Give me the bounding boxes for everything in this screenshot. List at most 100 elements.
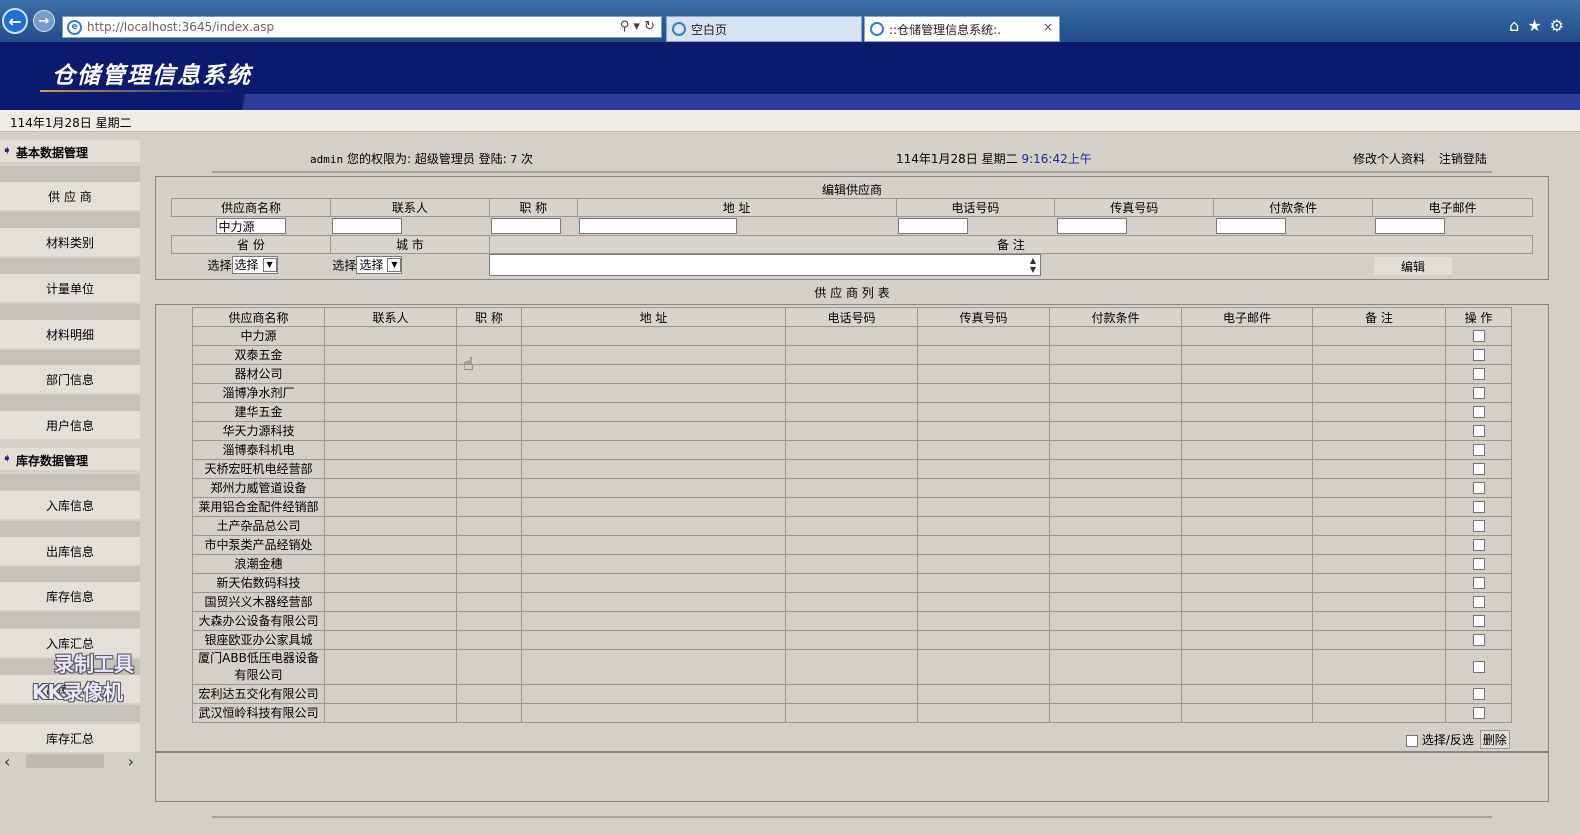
- payment-input[interactable]: [1215, 218, 1286, 234]
- empty-cell: [456, 535, 522, 555]
- row-checkbox[interactable]: [1472, 425, 1485, 437]
- row-checkbox[interactable]: [1472, 520, 1485, 532]
- address-input[interactable]: [579, 218, 738, 234]
- row-checkbox[interactable]: [1472, 707, 1485, 719]
- table-row[interactable]: 华天力源科技: [192, 421, 1512, 441]
- sidebar-group-basic[interactable]: ➧ 基本数据管理: [0, 140, 140, 162]
- row-checkbox[interactable]: [1472, 463, 1485, 475]
- row-checkbox[interactable]: [1472, 501, 1485, 513]
- tab-blank[interactable]: 空白页: [666, 16, 862, 42]
- title-input[interactable]: [491, 218, 562, 234]
- email-input[interactable]: [1374, 218, 1445, 234]
- table-row[interactable]: 武汉恒岭科技有限公司: [192, 703, 1512, 723]
- table-row[interactable]: 建华五金: [192, 402, 1512, 422]
- sidebar-item-department[interactable]: 部门信息: [0, 365, 140, 393]
- table-row[interactable]: 市中泵类产品经销处: [192, 535, 1512, 555]
- sidebar-item-supplier[interactable]: 供 应 商: [0, 182, 140, 210]
- table-row[interactable]: 浪潮金穗: [192, 554, 1512, 574]
- table-row[interactable]: 莱用铝合金配件经销部: [192, 497, 1512, 517]
- empty-cell: [521, 497, 786, 517]
- table-row[interactable]: 宏利达五交化有限公司: [192, 684, 1512, 704]
- phone-input[interactable]: [898, 218, 968, 234]
- row-checkbox[interactable]: [1472, 349, 1485, 361]
- table-row[interactable]: 器材公司: [192, 364, 1512, 384]
- sidebar-item-material-category[interactable]: 材料类别: [0, 228, 140, 256]
- scroll-right-icon[interactable]: ›: [128, 752, 134, 771]
- tab-title: 空白页: [691, 23, 728, 37]
- row-checkbox[interactable]: [1472, 661, 1485, 673]
- row-checkbox[interactable]: [1472, 444, 1485, 456]
- empty-cell: [521, 440, 786, 460]
- table-row[interactable]: 厦门ABB低压电器设备有限公司: [192, 649, 1512, 685]
- province-select[interactable]: 选择 ▼: [231, 255, 278, 274]
- scroll-thumb[interactable]: [26, 754, 104, 768]
- row-checkbox[interactable]: [1472, 558, 1485, 570]
- logout-link[interactable]: 注销登陆: [1439, 152, 1487, 166]
- table-row[interactable]: 大森办公设备有限公司: [192, 611, 1512, 631]
- col-phone-header: 电话号码: [895, 198, 1056, 217]
- search-refresh-icon[interactable]: ⚲ ▾ ↻: [620, 19, 655, 34]
- empty-cell: [1181, 478, 1313, 498]
- row-checkbox[interactable]: [1472, 368, 1485, 380]
- clock: 114年1月28日 星期二 9:16:42上午: [896, 152, 1092, 166]
- row-checkbox[interactable]: [1472, 634, 1485, 646]
- city-select[interactable]: 选择 ▼: [356, 255, 403, 274]
- table-row[interactable]: 天桥宏旺机电经营部: [192, 459, 1512, 479]
- empty-cell: [456, 592, 522, 612]
- delete-button[interactable]: 删除: [1479, 730, 1510, 749]
- empty-cell: [521, 630, 786, 650]
- sidebar-item-stock-in[interactable]: 入库信息: [0, 491, 140, 519]
- table-row[interactable]: 淄博泰科机电: [192, 440, 1512, 460]
- table-row[interactable]: 银座欧亚办公家具城: [192, 630, 1512, 650]
- back-arrow-icon[interactable]: ←: [2, 8, 28, 34]
- contact-input[interactable]: [332, 218, 403, 234]
- empty-cell: [917, 630, 1050, 650]
- row-checkbox[interactable]: [1472, 615, 1485, 627]
- address-bar[interactable]: e http://localhost:3645/index.asp ⚲ ▾ ↻: [62, 16, 662, 38]
- sidebar-item-unit[interactable]: 计量单位: [0, 274, 140, 302]
- close-tab-icon[interactable]: ×: [1043, 20, 1053, 34]
- empty-cell: [1312, 497, 1446, 517]
- sidebar-scrollbar[interactable]: ‹ ›: [4, 752, 134, 771]
- table-row[interactable]: 双泰五金: [192, 345, 1512, 365]
- row-checkbox[interactable]: [1472, 406, 1485, 418]
- note-textarea[interactable]: ▲ ▼: [489, 254, 1041, 276]
- table-row[interactable]: 土产杂品总公司: [192, 516, 1512, 536]
- list-header-6: 付款条件: [1049, 307, 1182, 327]
- fax-input[interactable]: [1056, 218, 1127, 234]
- edit-button[interactable]: 编辑: [1373, 256, 1453, 276]
- sidebar-item-user[interactable]: 用户信息: [0, 411, 140, 439]
- sidebar-group-inventory[interactable]: ➧ 库存数据管理: [0, 448, 140, 470]
- row-checkbox[interactable]: [1472, 482, 1485, 494]
- empty-cell: [917, 703, 1050, 723]
- supplier-name-input[interactable]: [215, 218, 286, 234]
- home-favorites-settings-icon[interactable]: ⌂★⚙: [1509, 16, 1572, 35]
- sidebar-item-stock-summary[interactable]: 库存汇总: [0, 724, 140, 752]
- spinner-icon[interactable]: ▲ ▼: [1027, 256, 1039, 274]
- edit-profile-link[interactable]: 修改个人资料: [1353, 152, 1425, 166]
- forward-arrow-icon[interactable]: →: [33, 10, 55, 32]
- address-url[interactable]: http://localhost:3645/index.asp: [87, 20, 274, 34]
- tab-warehouse-system[interactable]: ::仓储管理信息系统:. ×: [864, 16, 1060, 42]
- table-row[interactable]: 新天佑数码科技: [192, 573, 1512, 593]
- row-checkbox[interactable]: [1472, 577, 1485, 589]
- table-row[interactable]: 国贸兴义木器经营部: [192, 592, 1512, 612]
- row-checkbox[interactable]: [1472, 596, 1485, 608]
- empty-cell: [785, 440, 918, 460]
- empty-cell: [1312, 703, 1446, 723]
- row-checkbox[interactable]: [1472, 330, 1485, 342]
- sidebar-item-stock[interactable]: 库存信息: [0, 582, 140, 610]
- sidebar-item-stock-out[interactable]: 出库信息: [0, 537, 140, 565]
- row-checkbox[interactable]: [1472, 387, 1485, 399]
- select-all-checkbox[interactable]: [1406, 734, 1418, 747]
- empty-cell: [917, 684, 1050, 704]
- empty-cell: [917, 554, 1050, 574]
- select-toggle-label[interactable]: 选择/反选: [1422, 733, 1474, 747]
- table-row[interactable]: 淄博净水剂厂: [192, 383, 1512, 403]
- sidebar-item-material-detail[interactable]: 材料明细: [0, 320, 140, 348]
- row-checkbox[interactable]: [1472, 539, 1485, 551]
- row-checkbox[interactable]: [1472, 688, 1485, 700]
- scroll-left-icon[interactable]: ‹: [4, 752, 10, 771]
- table-row[interactable]: 中力源: [192, 326, 1512, 346]
- table-row[interactable]: 郑州力威管道设备: [192, 478, 1512, 498]
